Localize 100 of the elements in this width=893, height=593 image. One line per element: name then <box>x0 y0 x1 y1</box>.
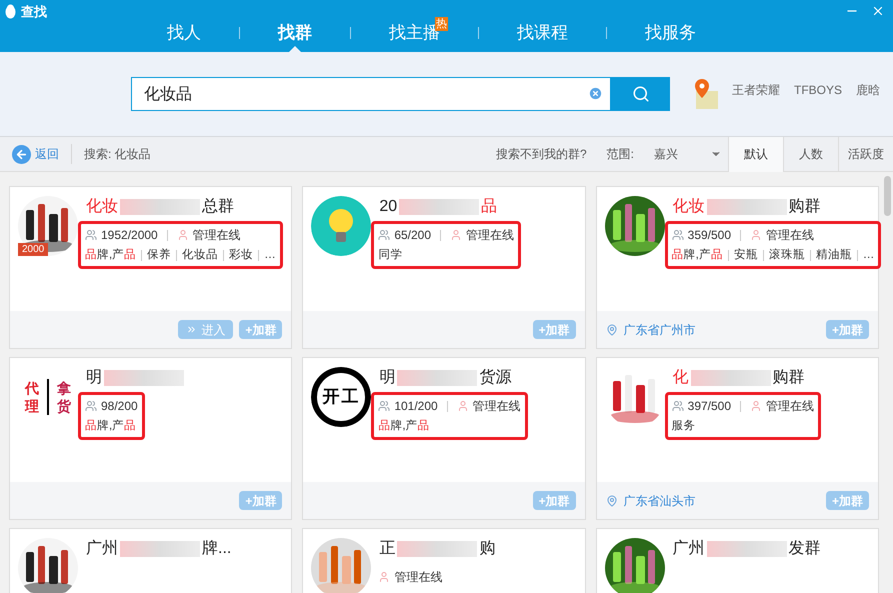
nav-tab[interactable]: 找人 <box>129 14 239 52</box>
window-title: 查找 <box>21 3 47 21</box>
group-tag: 安瓶 <box>734 247 758 264</box>
group-location[interactable]: 广东省汕头市 <box>624 492 696 510</box>
location-icon <box>606 494 618 506</box>
group-tag: 牌,产 <box>684 247 711 264</box>
group-name: 明 <box>86 368 102 388</box>
range-dropdown[interactable]: 嘉兴 <box>654 145 722 163</box>
double-chevron-icon <box>186 324 198 335</box>
members-icon <box>378 229 390 241</box>
search-query: 搜索: 化妆品 <box>84 146 151 163</box>
group-name: 牌... <box>202 539 232 559</box>
group-tag: 化妆品 <box>182 247 218 264</box>
range-label: 范围: <box>606 146 634 163</box>
group-card[interactable]: 20 品 65/200 管理在线 同学 +加群 <box>302 186 586 349</box>
admin-status: 管理在线 <box>394 569 442 586</box>
member-count: 98/200 <box>101 398 138 415</box>
scrollbar[interactable] <box>884 176 891 216</box>
admin-status: 管理在线 <box>472 398 521 415</box>
group-name: 明 <box>379 368 396 388</box>
hot-keyword-link[interactable]: TFBOYS <box>794 81 842 99</box>
group-tag: 品 <box>124 247 136 264</box>
members-icon <box>85 400 97 412</box>
group-location[interactable]: 广东省广州市 <box>624 320 696 338</box>
group-tag: 品 <box>124 418 136 436</box>
group-tag: 保养 <box>147 247 172 264</box>
sort-tab[interactable]: 默认 <box>728 136 783 172</box>
hot-keyword-link[interactable]: 鹿晗 <box>856 81 880 99</box>
group-tag: 牌,产 <box>390 418 418 436</box>
group-tag: 精油瓶 <box>816 247 852 264</box>
search-button[interactable] <box>611 77 670 111</box>
help-link[interactable]: 搜索不到我的群? <box>496 145 587 163</box>
search-icon <box>632 85 650 103</box>
admin-icon <box>450 229 462 241</box>
lightbulb-icon <box>311 196 372 256</box>
members-icon <box>378 400 390 412</box>
group-tag: 品 <box>710 247 723 264</box>
member-count: 359/500 <box>688 227 732 244</box>
group-tag: 品 <box>378 418 390 436</box>
admin-status: 管理在线 <box>766 398 814 415</box>
group-tag: 彩妆 <box>229 247 254 264</box>
close-icon[interactable] <box>871 4 885 18</box>
admin-icon <box>378 571 390 583</box>
member-count: 65/200 <box>394 227 432 244</box>
group-card[interactable]: 化妆 购群 359/500 管理在线 品牌,产品 安瓶 滚珠瓶 精油瓶 … 广东省广州市 +加群 <box>596 186 879 349</box>
group-tag: … <box>264 247 276 264</box>
group-card[interactable]: 广州 发群 <box>596 528 879 593</box>
members-icon <box>672 229 684 241</box>
avatar-text: 代理 <box>25 378 49 416</box>
group-name: 总群 <box>202 197 234 217</box>
group-name: 20 <box>379 197 398 217</box>
hot-keyword-link[interactable]: 王者荣耀 <box>732 81 780 99</box>
member-count: 101/200 <box>394 398 438 415</box>
admin-icon <box>456 400 469 412</box>
group-name: 化妆 <box>672 197 705 217</box>
members-icon <box>85 229 97 241</box>
group-card[interactable]: 广州 牌... <box>9 528 292 593</box>
group-name: 化 <box>672 368 689 388</box>
admin-icon <box>750 400 762 412</box>
group-card[interactable]: 正 购 管理在线 <box>302 528 586 593</box>
member-count: 397/500 <box>688 398 732 415</box>
back-arrow-icon <box>15 148 28 160</box>
group-tag: 品 <box>418 418 430 436</box>
avatar-text: 拿货 <box>57 378 71 416</box>
admin-status: 管理在线 <box>466 227 514 244</box>
admin-icon <box>176 229 189 241</box>
group-name: 发群 <box>788 539 821 559</box>
members-icon <box>672 400 684 412</box>
group-card[interactable]: 化 购群 397/500 管理在线 服务 广东省汕头市 +加群 <box>596 357 879 520</box>
group-card[interactable]: 开工 明 货源 101/200 管理在线 品牌,产品 +加群 <box>302 357 586 520</box>
back-button[interactable]: 返回 <box>0 144 72 164</box>
admin-icon <box>750 229 762 241</box>
group-name: 广州 <box>86 538 118 559</box>
group-name: 正 <box>379 539 396 559</box>
group-tag: 牌,产 <box>97 418 124 436</box>
search-field[interactable]: 化妆品 <box>131 77 611 111</box>
group-name: 化妆 <box>86 197 118 217</box>
member-count: 1952/2000 <box>101 227 158 244</box>
group-tag: 同学 <box>378 247 402 264</box>
group-tag: 牌,产 <box>97 247 124 264</box>
group-tag: 滚珠瓶 <box>768 247 805 264</box>
group-tag: 品 <box>85 418 97 436</box>
group-tag: 服务 <box>672 418 696 436</box>
admin-status: 管理在线 <box>192 227 241 244</box>
group-name: 购群 <box>772 368 805 388</box>
nav-tab[interactable]: 找课程 <box>479 14 606 52</box>
group-tag: 品 <box>85 247 97 264</box>
group-tag: 品 <box>672 247 684 264</box>
group-name: 货源 <box>479 368 512 388</box>
group-card[interactable]: 代理 拿货 明 98/200 品牌,产品 +加群 <box>9 357 292 520</box>
group-tag: … <box>862 247 874 264</box>
member-badge: 2000 <box>18 243 48 256</box>
group-name: 品 <box>481 197 498 217</box>
group-name: 广州 <box>672 538 705 559</box>
location-icon <box>606 324 618 336</box>
nav-tab[interactable]: 找服务 <box>607 14 734 52</box>
group-name: 购群 <box>788 197 821 217</box>
admin-status: 管理在线 <box>766 227 814 244</box>
group-name: 购 <box>479 539 496 559</box>
avatar-text: 开工 <box>322 386 360 408</box>
